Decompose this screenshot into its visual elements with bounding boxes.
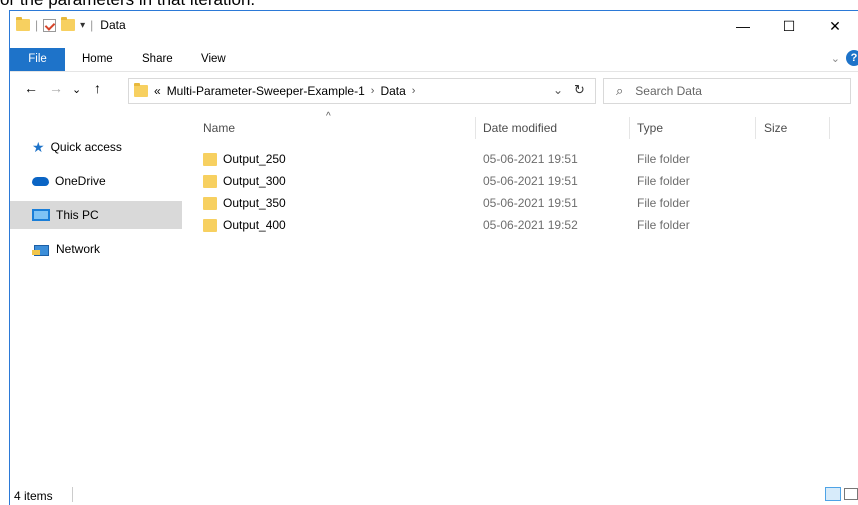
quick-access-toolbar: | ▾ | Data	[16, 17, 126, 32]
refresh-icon[interactable]: ↻	[567, 82, 591, 98]
column-header-date-modified[interactable]: Date modified	[483, 121, 557, 135]
details-view-icon[interactable]	[825, 487, 841, 501]
file-list: ^ Name Date modified Type Size Output_25…	[193, 111, 858, 471]
properties-check-icon[interactable]	[43, 18, 57, 32]
up-arrow-icon[interactable]: ↑	[94, 80, 101, 96]
tab-share[interactable]: Share	[142, 48, 173, 71]
file-explorer-window: | ▾ | Data — ☐ ✕ File Home Share View ⌄ …	[9, 10, 858, 505]
ribbon-divider	[10, 71, 858, 72]
tab-view[interactable]: View	[201, 48, 226, 71]
forward-arrow-icon[interactable]: →	[49, 80, 63, 96]
breadcrumb-chevron-icon[interactable]: ›	[412, 85, 416, 97]
file-name: Output_250	[223, 152, 286, 166]
help-icon[interactable]: ?	[846, 50, 858, 66]
sidebar-item-label: Quick access	[50, 140, 122, 154]
back-arrow-icon[interactable]: ←	[24, 80, 38, 96]
address-dropdown-icon[interactable]: ⌄	[553, 83, 563, 97]
sidebar-item-network[interactable]: Network	[10, 235, 182, 263]
star-icon: ★	[32, 138, 45, 155]
recent-locations-icon[interactable]: ⌄	[72, 83, 81, 96]
address-bar[interactable]: « Multi-Parameter-Sweeper-Example-1 › Da…	[128, 78, 596, 104]
item-count: 4 items	[14, 489, 53, 503]
ribbon-tabs: File Home Share View ⌄ ?	[10, 48, 858, 71]
sort-ascending-icon: ^	[326, 111, 331, 122]
breadcrumb-data[interactable]: Data	[380, 84, 405, 98]
sidebar-item-label: This PC	[56, 208, 99, 222]
folder-icon	[203, 197, 217, 210]
table-row[interactable]: Output_300 05-06-2021 19:51 File folder	[193, 170, 858, 192]
table-row[interactable]: Output_400 05-06-2021 19:52 File folder	[193, 214, 858, 236]
folder-icon	[134, 83, 148, 97]
file-date: 05-06-2021 19:51	[483, 196, 578, 210]
file-type: File folder	[637, 152, 690, 166]
address-overflow[interactable]: «	[154, 84, 161, 98]
file-name: Output_350	[223, 196, 286, 210]
file-date: 05-06-2021 19:51	[483, 152, 578, 166]
sidebar-item-quick-access[interactable]: ★ Quick access	[10, 133, 182, 161]
column-header-name[interactable]: Name	[203, 121, 235, 135]
computer-icon	[32, 209, 50, 221]
table-row[interactable]: Output_250 05-06-2021 19:51 File folder	[193, 148, 858, 170]
search-placeholder: Search Data	[635, 84, 702, 98]
customize-toolbar-dropdown[interactable]: ▾	[80, 20, 85, 31]
column-header-type[interactable]: Type	[637, 121, 663, 135]
file-name: Output_400	[223, 218, 286, 232]
breadcrumb-multi-parameter-sweeper[interactable]: Multi-Parameter-Sweeper-Example-1	[167, 84, 365, 98]
column-header-size[interactable]: Size	[764, 121, 787, 135]
file-name: Output_300	[223, 174, 286, 188]
search-icon: ⌕	[616, 83, 624, 98]
file-type: File folder	[637, 174, 690, 188]
close-button[interactable]: ✕	[812, 11, 858, 41]
file-date: 05-06-2021 19:52	[483, 218, 578, 232]
title-bar: | ▾ | Data — ☐ ✕	[10, 11, 858, 41]
minimize-button[interactable]: —	[720, 11, 766, 41]
navigation-pane: ★ Quick access OneDrive This PC Network	[10, 111, 182, 471]
tab-file[interactable]: File	[10, 48, 65, 71]
network-icon	[32, 243, 50, 256]
file-type: File folder	[637, 218, 690, 232]
folder-icon	[203, 153, 217, 166]
status-bar: 4 items	[10, 481, 858, 505]
sidebar-item-this-pc[interactable]: This PC	[10, 201, 182, 229]
window-title: Data	[100, 18, 126, 32]
folder-icon	[203, 219, 217, 232]
maximize-button[interactable]: ☐	[766, 11, 812, 41]
sidebar-item-label: Network	[56, 242, 101, 256]
search-input[interactable]: ⌕ Search Data	[603, 78, 851, 104]
new-folder-icon[interactable]	[61, 17, 76, 31]
cloud-icon	[32, 176, 49, 186]
tab-home[interactable]: Home	[82, 48, 113, 71]
large-icons-view-icon[interactable]	[844, 488, 858, 500]
breadcrumb-chevron-icon[interactable]: ›	[371, 85, 375, 97]
navigation-row: ← → ⌄ ↑ « Multi-Parameter-Sweeper-Exampl…	[10, 77, 858, 105]
expand-ribbon-icon[interactable]: ⌄	[831, 52, 840, 65]
table-row[interactable]: Output_350 05-06-2021 19:51 File folder	[193, 192, 858, 214]
window-controls: — ☐ ✕	[720, 11, 858, 41]
file-type: File folder	[637, 196, 690, 210]
file-date: 05-06-2021 19:51	[483, 174, 578, 188]
sidebar-item-onedrive[interactable]: OneDrive	[10, 167, 182, 195]
folder-icon	[203, 175, 217, 188]
background-document-text: or the parameters in that iteration.	[0, 0, 255, 8]
folder-icon	[16, 17, 30, 31]
sidebar-item-label: OneDrive	[55, 174, 106, 188]
